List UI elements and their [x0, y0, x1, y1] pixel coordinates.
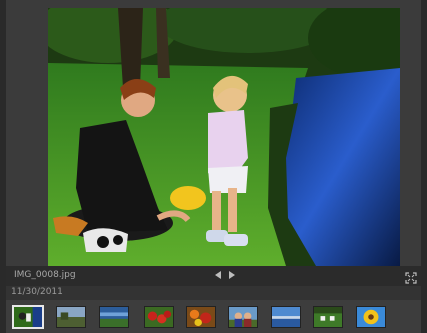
thumbnail-image	[57, 307, 85, 327]
photo-viewer: IMG_0008.jpg 11/30/2011	[6, 0, 421, 333]
triangle-left-icon	[214, 270, 221, 279]
thumbnail-8[interactable]	[313, 306, 343, 328]
info-bar: IMG_0008.jpg	[6, 266, 421, 286]
photo-filename: IMG_0008.jpg	[14, 270, 76, 280]
thumbnail-image	[314, 307, 342, 327]
thumbnail-2[interactable]	[56, 306, 86, 328]
thumbnail-image	[229, 307, 257, 327]
thumbnail-6[interactable]	[228, 306, 258, 328]
thumbnail-5[interactable]	[186, 306, 216, 328]
thumbnail-9[interactable]	[356, 306, 386, 328]
thumbnail-4[interactable]	[144, 306, 174, 328]
photo-date: 11/30/2011	[11, 287, 63, 297]
main-photo[interactable]	[48, 8, 400, 266]
thumbnail-image	[14, 307, 42, 327]
thumbnail-image	[145, 307, 173, 327]
thumbnail-image	[187, 307, 215, 327]
thumbnail-7[interactable]	[271, 306, 301, 328]
thumbnail-strip	[6, 300, 421, 333]
fullscreen-button[interactable]	[405, 269, 417, 284]
main-photo-image	[48, 8, 400, 266]
thumbnail-1[interactable]	[12, 305, 44, 329]
next-photo-button[interactable]	[226, 269, 237, 280]
thumbnail-image	[100, 307, 128, 327]
triangle-right-icon	[228, 270, 235, 279]
previous-photo-button[interactable]	[212, 269, 223, 280]
right-gutter	[421, 0, 427, 333]
expand-icon	[405, 272, 417, 284]
thumbnail-image	[272, 307, 300, 327]
photo-navigation	[212, 269, 237, 280]
thumbnail-3[interactable]	[99, 306, 129, 328]
date-bar: 11/30/2011	[6, 286, 421, 300]
thumbnail-image	[357, 307, 385, 327]
